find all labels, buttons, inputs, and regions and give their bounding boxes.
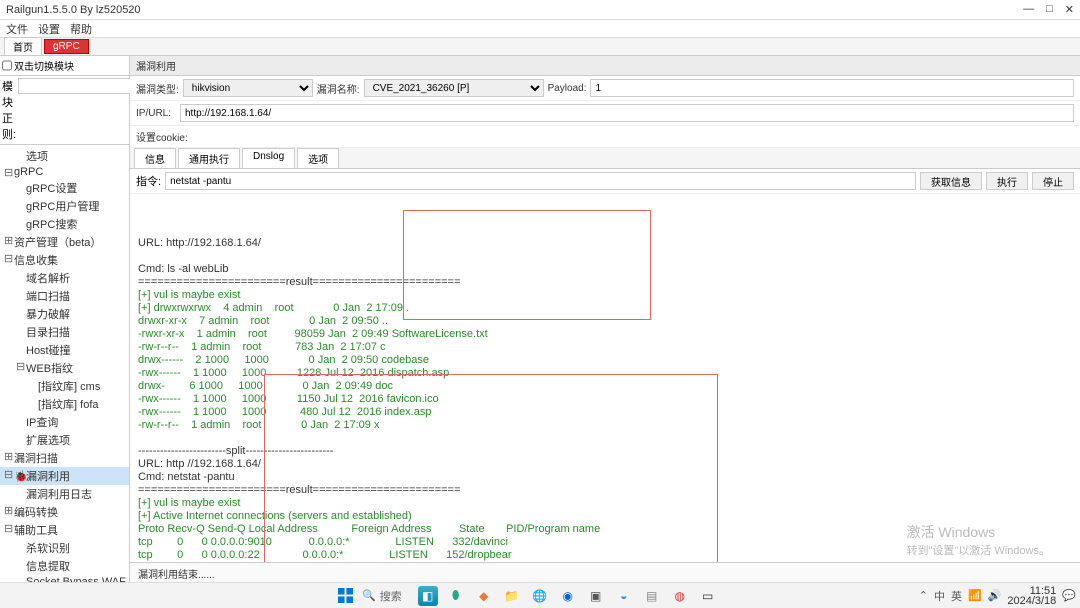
tray-wifi-icon[interactable]: 📶 (968, 589, 982, 602)
taskbar-edge[interactable]: 🌐 (530, 586, 550, 606)
tab-grpc[interactable]: gRPC (44, 39, 89, 54)
tree-grpc[interactable]: ⊟gRPC (0, 165, 129, 179)
run-button[interactable]: 执行 (986, 172, 1028, 190)
tree-exploit[interactable]: ⊟🐞漏洞利用 (0, 467, 129, 485)
minimize-button[interactable]: — (1023, 3, 1034, 16)
tree-exploit-log[interactable]: 漏洞利用日志 (0, 485, 129, 503)
vuln-name-select[interactable]: CVE_2021_36260 [P] (364, 79, 544, 97)
tree-grpc-settings[interactable]: gRPC设置 (0, 179, 129, 197)
subtab-exec[interactable]: 通用执行 (178, 148, 240, 168)
cmd-input[interactable] (165, 172, 916, 190)
status-line: 漏洞利用结束...... (130, 562, 1080, 584)
taskbar-app-9[interactable]: ▤ (642, 586, 662, 606)
tree-info[interactable]: ⊟信息收集 (0, 251, 129, 269)
tree-hostcollision[interactable]: Host碰撞 (0, 341, 129, 359)
tree-avdetect[interactable]: 杀软识别 (0, 539, 129, 557)
tree-aux[interactable]: ⊟辅助工具 (0, 521, 129, 539)
vuln-type-label: 漏洞类型: (136, 81, 179, 96)
taskbar-app-2[interactable]: ⬮ (446, 586, 466, 606)
double-click-switch-label: 双击切换模块 (14, 58, 127, 73)
taskbar-app-11[interactable]: ▭ (698, 586, 718, 606)
tab-home[interactable]: 首页 (4, 37, 42, 56)
tray-ime-en[interactable]: 英 (951, 588, 962, 604)
vuln-name-label: 漏洞名称: (317, 81, 360, 96)
highlight-box-1 (403, 210, 651, 320)
tray-chevron-icon[interactable]: ⌃ (919, 589, 928, 602)
tray-volume-icon[interactable]: 🔊 (988, 589, 1002, 602)
taskbar-app-6[interactable]: ◉ (558, 586, 578, 606)
taskbar-explorer[interactable]: 📁 (502, 586, 522, 606)
tree-ipquery[interactable]: IP查询 (0, 413, 129, 431)
taskbar-app-3[interactable]: ◆ (474, 586, 494, 606)
vuln-type-select[interactable]: hikvision (183, 79, 313, 97)
menu-file[interactable]: 文件 (6, 21, 28, 37)
taskbar-app-10[interactable]: ◍ (670, 586, 690, 606)
cookie-label: 设置cookie: (136, 129, 188, 144)
stop-button[interactable]: 停止 (1032, 172, 1074, 190)
tree-grpc-users[interactable]: gRPC用户管理 (0, 197, 129, 215)
tree-options[interactable]: 选项 (0, 147, 129, 165)
tray-clock[interactable]: 11:51 2024/3/18 (1007, 586, 1056, 606)
tree-extoptions[interactable]: 扩展选项 (0, 431, 129, 449)
search-icon: 🔍 (362, 589, 376, 602)
module-filter-label: 模块正则: (2, 78, 16, 142)
getinfo-button[interactable]: 获取信息 (920, 172, 982, 190)
tray-ime-zh[interactable]: 中 (934, 588, 945, 604)
taskbar-app-7[interactable]: ▣ (586, 586, 606, 606)
tree-infoextract[interactable]: 信息提取 (0, 557, 129, 575)
tree-asset[interactable]: ⊞资产管理（beta） (0, 233, 129, 251)
taskbar[interactable]: 🔍 搜索 ◧ ⬮ ◆ 📁 🌐 ◉ ▣ ◒ ▤ ◍ ▭ ⌃ 中 英 📶 🔊 11:… (0, 582, 1080, 608)
panel-title: 漏洞利用 (130, 56, 1080, 76)
cmd-label: 指令: (136, 173, 161, 189)
window-title: Railgun1.5.5.0 By lz520520 (6, 4, 1023, 16)
taskbar-app-1[interactable]: ◧ (418, 586, 438, 606)
output-area[interactable]: URL: http://192.168.1.64/ Cmd: ls -al we… (130, 194, 1080, 562)
tree-portscan[interactable]: 端口扫描 (0, 287, 129, 305)
subtab-options[interactable]: 选项 (297, 148, 339, 168)
menu-settings[interactable]: 设置 (38, 21, 60, 37)
tree-fp-cms[interactable]: [指纹库] cms (0, 377, 129, 395)
payload-label: Payload: (548, 83, 587, 94)
tree-brute[interactable]: 暴力破解 (0, 305, 129, 323)
ipurl-input[interactable] (180, 104, 1074, 122)
module-tree[interactable]: 选项 ⊟gRPC gRPC设置 gRPC用户管理 gRPC搜索 ⊞资产管理（be… (0, 145, 129, 584)
taskbar-app-8[interactable]: ◒ (614, 586, 634, 606)
tree-encoding[interactable]: ⊞编码转换 (0, 503, 129, 521)
maximize-button[interactable]: □ (1046, 3, 1053, 16)
close-button[interactable]: ✕ (1065, 3, 1074, 16)
subtab-dnslog[interactable]: Dnslog (242, 148, 295, 168)
start-button[interactable] (334, 585, 356, 607)
taskbar-search[interactable]: 🔍 搜索 (362, 588, 402, 604)
tree-dirscan[interactable]: 目录扫描 (0, 323, 129, 341)
tray-notifications-icon[interactable]: 💬 (1062, 589, 1076, 602)
tree-grpc-search[interactable]: gRPC搜索 (0, 215, 129, 233)
menu-help[interactable]: 帮助 (70, 21, 92, 37)
double-click-switch-checkbox[interactable] (2, 58, 12, 73)
tree-dns[interactable]: 域名解析 (0, 269, 129, 287)
subtab-info[interactable]: 信息 (134, 148, 176, 168)
tree-vulnscan[interactable]: ⊞漏洞扫描 (0, 449, 129, 467)
payload-input[interactable] (590, 79, 1074, 97)
tree-fp-fofa[interactable]: [指纹库] fofa (0, 395, 129, 413)
tree-webfp[interactable]: ⊟WEB指纹 (0, 359, 129, 377)
ipurl-label: IP/URL: (136, 108, 176, 119)
bug-icon: 🐞 (14, 470, 24, 483)
